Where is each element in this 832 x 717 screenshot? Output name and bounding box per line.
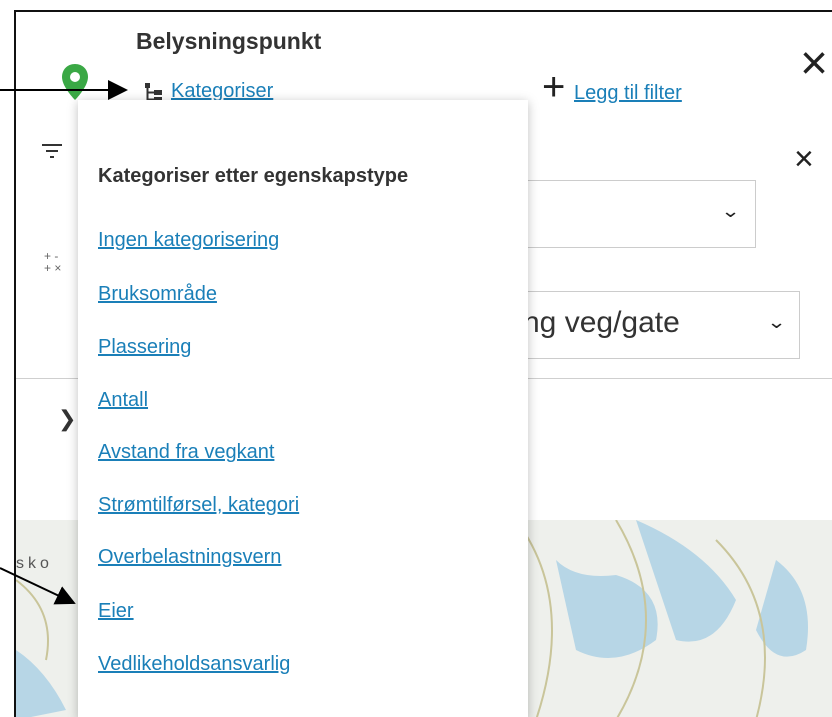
arrow-to-eier — [0, 567, 76, 605]
annotation-arrows — [0, 80, 128, 605]
